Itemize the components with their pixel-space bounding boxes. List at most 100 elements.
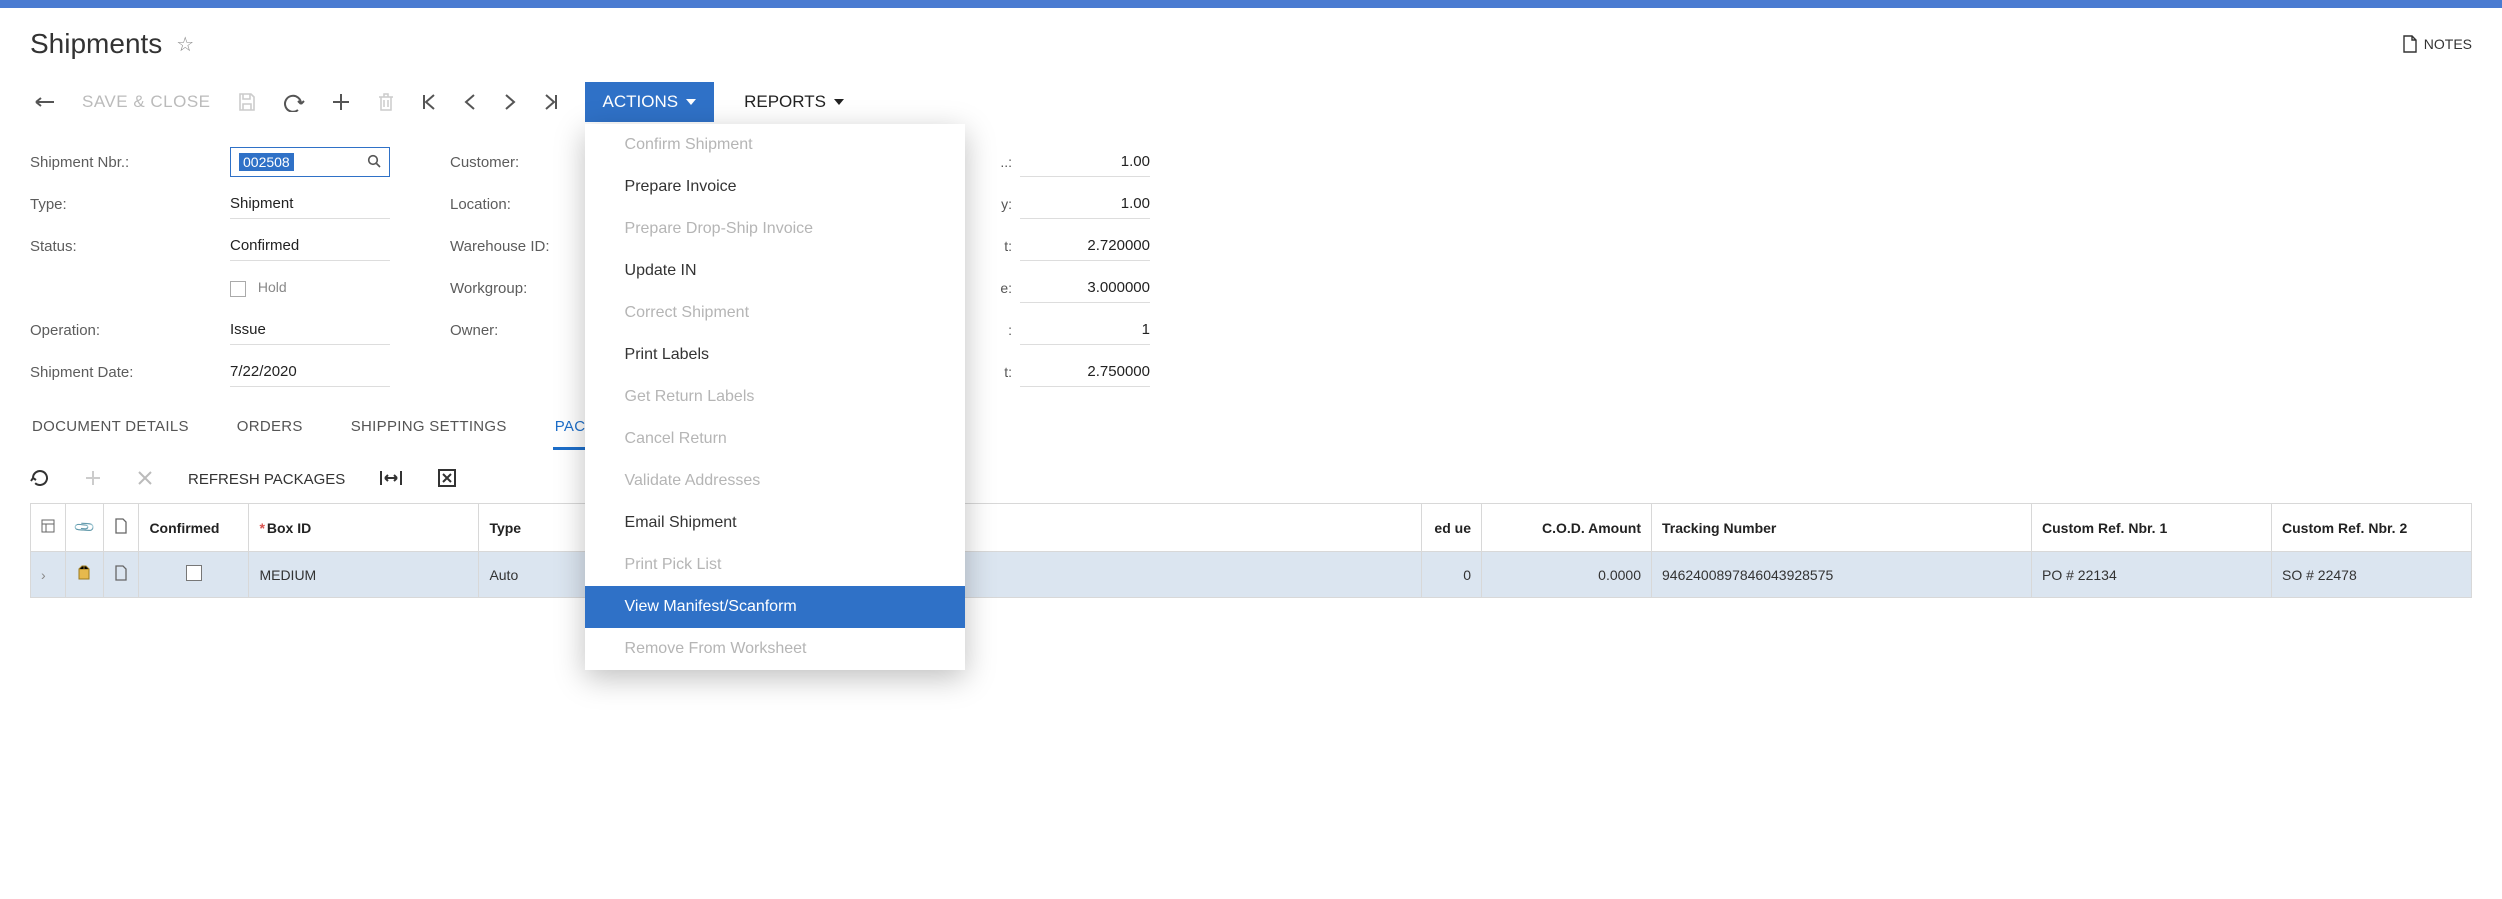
save-close-button: SAVE & CLOSE <box>82 92 211 112</box>
prev-record-icon[interactable] <box>463 93 477 111</box>
summary-label-fragment: : <box>980 322 1020 338</box>
top-accent-bar <box>0 0 2502 8</box>
summary-value: 2.720000 <box>1020 231 1150 261</box>
summary-label-fragment: ..: <box>980 154 1020 170</box>
summary-label-fragment: y: <box>980 196 1020 212</box>
tab[interactable]: SHIPPING SETTINGS <box>349 412 509 450</box>
delete-icon <box>377 92 395 112</box>
actions-menu-item[interactable]: Prepare Invoice <box>585 166 965 208</box>
row-notes[interactable] <box>104 552 139 598</box>
table-row[interactable]: › MEDIUM Auto 0 0.0000 94624008978460439… <box>31 552 2472 598</box>
row-expand[interactable]: › <box>31 552 66 598</box>
cell-ref2[interactable]: SO # 22478 <box>2272 552 2472 598</box>
favorite-star-icon[interactable]: ☆ <box>176 32 194 57</box>
cell-ref1[interactable]: PO # 22134 <box>2032 552 2272 598</box>
col-box-id[interactable]: *Box ID <box>249 504 479 552</box>
shipment-nbr-label: Shipment Nbr.: <box>30 154 230 171</box>
actions-button[interactable]: ACTIONS <box>585 82 715 122</box>
actions-menu-item[interactable]: Email Shipment <box>585 502 965 544</box>
hold-label: Hold <box>258 279 287 295</box>
main-toolbar: SAVE & CLOSE ACTIONS <box>30 82 2472 122</box>
search-icon[interactable] <box>367 154 381 171</box>
col-row-indicator <box>31 504 66 552</box>
actions-menu-item: Get Return Labels <box>585 376 965 418</box>
reports-label: REPORTS <box>744 92 826 112</box>
actions-menu-item: Prepare Drop-Ship Invoice <box>585 208 965 250</box>
notes-label: NOTES <box>2424 36 2472 52</box>
file-icon <box>114 565 128 581</box>
cell-box-id[interactable]: MEDIUM <box>249 552 479 598</box>
undo-icon[interactable] <box>283 92 305 112</box>
confirmed-checkbox[interactable] <box>186 565 202 581</box>
grid-delete-icon <box>136 469 154 490</box>
cell-confirmed[interactable] <box>139 552 249 598</box>
first-record-icon[interactable] <box>421 93 437 111</box>
col-type[interactable]: Type <box>479 504 599 552</box>
caret-down-icon <box>686 99 696 105</box>
type-value: Shipment <box>230 189 390 219</box>
col-tracking[interactable]: Tracking Number <box>1652 504 2032 552</box>
grid-header-row: 📎 Confirmed *Box ID Type Description ed … <box>31 504 2472 552</box>
summary-value: 1.00 <box>1020 189 1150 219</box>
actions-menu-item[interactable]: Print Labels <box>585 334 965 376</box>
cell-partial-value[interactable]: 0 <box>1422 552 1482 598</box>
actions-menu-item[interactable]: View Manifest/Scanform <box>585 586 965 628</box>
actions-menu-item: Confirm Shipment <box>585 124 965 166</box>
hold-checkbox[interactable] <box>230 281 246 297</box>
last-record-icon[interactable] <box>543 93 559 111</box>
col-partial-value[interactable]: ed ue <box>1422 504 1482 552</box>
actions-menu-container: ACTIONS Confirm ShipmentPrepare InvoiceP… <box>585 82 715 122</box>
fit-columns-icon[interactable] <box>379 469 403 490</box>
cell-type[interactable]: Auto <box>479 552 599 598</box>
shipment-date-label: Shipment Date: <box>30 364 230 381</box>
caret-down-icon <box>834 99 844 105</box>
summary-value: 3.000000 <box>1020 273 1150 303</box>
tab-bar: DOCUMENT DETAILSORDERSSHIPPING SETTINGSP… <box>30 412 2472 450</box>
refresh-icon[interactable] <box>30 468 50 491</box>
status-value: Confirmed <box>230 231 390 261</box>
summary-label-fragment: t: <box>980 238 1020 254</box>
cell-cod-amount[interactable]: 0.0000 <box>1482 552 1652 598</box>
operation-label: Operation: <box>30 322 230 339</box>
title-row: Shipments ☆ NOTES <box>30 28 2472 60</box>
next-record-icon[interactable] <box>503 93 517 111</box>
col-cod-amount[interactable]: C.O.D. Amount <box>1482 504 1652 552</box>
shipment-date-value[interactable]: 7/22/2020 <box>230 357 390 387</box>
summary-value: 2.750000 <box>1020 357 1150 387</box>
packages-grid: 📎 Confirmed *Box ID Type Description ed … <box>30 503 2472 598</box>
file-icon <box>2402 35 2418 53</box>
col-attachment: 📎 <box>66 504 104 552</box>
tab[interactable]: ORDERS <box>235 412 305 450</box>
actions-dropdown: Confirm ShipmentPrepare InvoicePrepare D… <box>585 124 965 670</box>
col-ref2[interactable]: Custom Ref. Nbr. 2 <box>2272 504 2472 552</box>
reports-button[interactable]: REPORTS <box>740 82 848 122</box>
actions-menu-item: Print Pick List <box>585 544 965 586</box>
actions-menu-item: Correct Shipment <box>585 292 965 334</box>
grid-toolbar: REFRESH PACKAGES <box>30 460 2472 503</box>
actions-label: ACTIONS <box>603 92 679 112</box>
actions-menu-item: Remove From Worksheet <box>585 628 965 670</box>
tab[interactable]: DOCUMENT DETAILS <box>30 412 191 450</box>
notes-button[interactable]: NOTES <box>2402 35 2472 53</box>
col-confirmed[interactable]: Confirmed <box>139 504 249 552</box>
col-notes <box>104 504 139 552</box>
form-col-1: Shipment Nbr.: 002508 Type: Shipment Sta… <box>30 146 390 388</box>
page-title: Shipments <box>30 28 162 60</box>
form-col-3: ..:1.00y:1.00t:2.720000e:3.000000:1t:2.7… <box>980 146 1150 388</box>
refresh-packages-button[interactable]: REFRESH PACKAGES <box>188 471 345 488</box>
add-icon[interactable] <box>331 92 351 112</box>
back-icon[interactable] <box>30 93 56 111</box>
shipment-nbr-lookup[interactable]: 002508 <box>230 147 390 177</box>
operation-value: Issue <box>230 315 390 345</box>
status-label: Status: <box>30 238 230 255</box>
cell-tracking[interactable]: 9462400897846043928575 <box>1652 552 2032 598</box>
row-attachment[interactable] <box>66 552 104 598</box>
actions-menu-item[interactable]: Update IN <box>585 250 965 292</box>
export-icon[interactable] <box>437 468 457 491</box>
hold-checkbox-row[interactable]: Hold <box>230 279 287 296</box>
col-ref1[interactable]: Custom Ref. Nbr. 1 <box>2032 504 2272 552</box>
summary-label-fragment: e: <box>980 280 1020 296</box>
grid-add-icon <box>84 469 102 490</box>
layout-icon <box>41 519 55 533</box>
form-area: Shipment Nbr.: 002508 Type: Shipment Sta… <box>30 146 2472 388</box>
